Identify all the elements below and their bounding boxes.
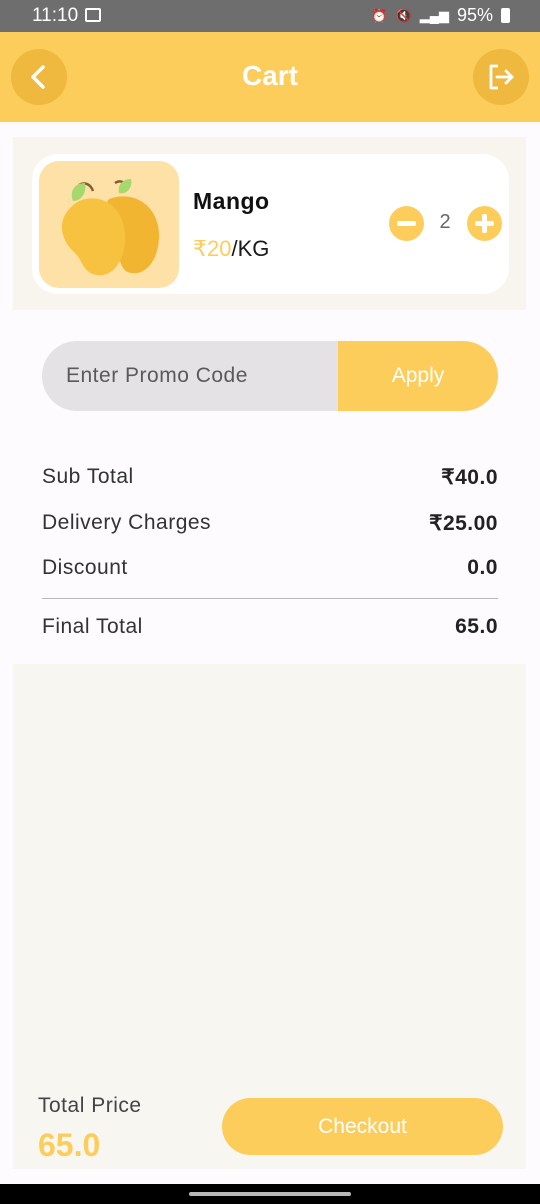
discount-label: Discount — [42, 556, 128, 579]
final-total-row: Final Total 65.0 — [42, 615, 498, 645]
sub-total-row: Sub Total ₹40.0 — [42, 465, 498, 495]
status-bar: 11:10 ⏰ 🔇 ▂▄▆ 95% — [0, 0, 540, 32]
decrease-quantity-button[interactable] — [389, 206, 424, 241]
final-total-value: 65.0 — [455, 615, 498, 638]
total-price-value: 65.0 — [38, 1127, 101, 1163]
battery-percent: 95% — [456, 5, 493, 25]
product-name: Mango — [193, 188, 270, 214]
checkout-button[interactable]: Checkout — [222, 1098, 503, 1155]
total-price-label: Total Price — [38, 1094, 142, 1117]
system-nav-bar — [0, 1184, 540, 1204]
signal-icon: ▂▄▆ — [419, 7, 449, 23]
product-price: ₹20/KG — [193, 236, 269, 262]
summary-divider — [42, 598, 498, 599]
apply-promo-button[interactable]: Apply — [338, 341, 498, 411]
increase-quantity-button[interactable] — [467, 206, 502, 241]
status-icons: ⏰ 🔇 ▂▄▆ 95% — [371, 5, 510, 26]
promo-code-bar: Apply — [42, 341, 498, 411]
cart-item-card[interactable]: Mango ₹20/KG 2 — [32, 154, 509, 294]
promo-code-input[interactable] — [42, 341, 338, 411]
final-total-label: Final Total — [42, 615, 143, 638]
logout-button[interactable] — [473, 49, 529, 105]
mango-icon — [61, 179, 160, 276]
price-amount: ₹20 — [193, 236, 232, 261]
price-unit: /KG — [231, 236, 270, 261]
battery-icon — [501, 8, 510, 23]
image-icon — [85, 8, 101, 22]
page-title: Cart — [241, 60, 298, 91]
quantity-value: 2 — [439, 211, 451, 233]
sub-total-label: Sub Total — [42, 465, 134, 488]
delivery-charges-value: ₹25.00 — [429, 512, 498, 535]
mute-icon: 🔇 — [395, 7, 412, 23]
alarm-icon: ⏰ — [371, 7, 388, 23]
product-image — [39, 161, 179, 288]
discount-value: 0.0 — [467, 556, 498, 579]
sub-total-value: ₹40.0 — [441, 466, 498, 489]
status-time: 11:10 — [32, 5, 79, 26]
discount-row: Discount 0.0 — [42, 556, 498, 586]
app-header: Cart — [0, 32, 540, 122]
logout-icon — [489, 64, 514, 90]
delivery-charges-label: Delivery Charges — [42, 511, 212, 534]
cart-items-area: Mango ₹20/KG 2 — [13, 137, 526, 310]
home-indicator[interactable] — [189, 1192, 351, 1196]
delivery-charges-row: Delivery Charges ₹25.00 — [42, 511, 498, 541]
